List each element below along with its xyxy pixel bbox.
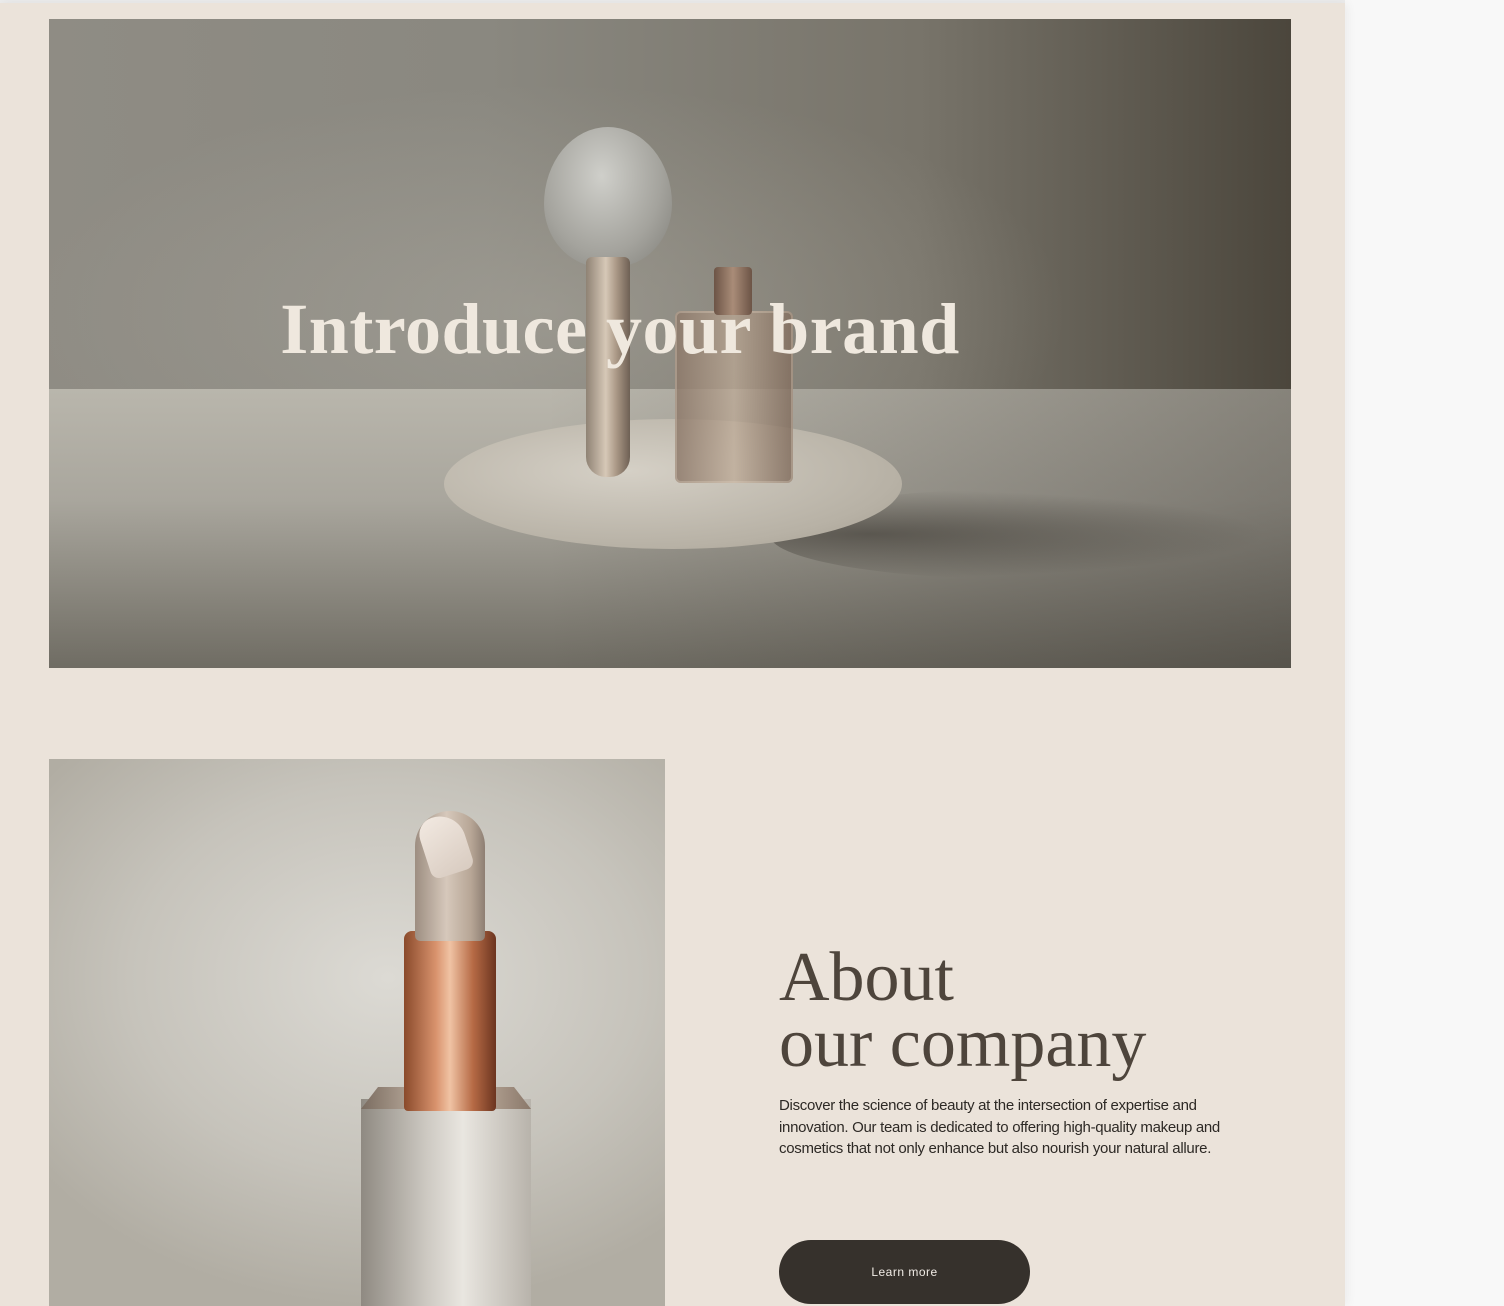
lipstick-image <box>49 759 665 1306</box>
makeup-brush-head <box>544 127 672 267</box>
about-description: Discover the science of beauty at the in… <box>779 1097 1220 1157</box>
learn-more-button[interactable]: Learn more <box>779 1240 1030 1304</box>
pedestal-top <box>444 419 902 549</box>
about-heading: About our company <box>779 939 1147 1082</box>
about-heading-line2: our company <box>779 1005 1147 1082</box>
hero-banner: Introduce your brand <box>49 19 1291 668</box>
lipstick-sleeve <box>404 931 496 1111</box>
lipstick-bullet <box>415 811 485 941</box>
lipstick-base <box>361 1099 531 1306</box>
about-heading-line1: About <box>779 939 954 1016</box>
hero-pedestal <box>444 419 902 609</box>
browser-margin <box>1345 0 1504 1306</box>
hero-title: Introduce your brand <box>280 289 960 369</box>
